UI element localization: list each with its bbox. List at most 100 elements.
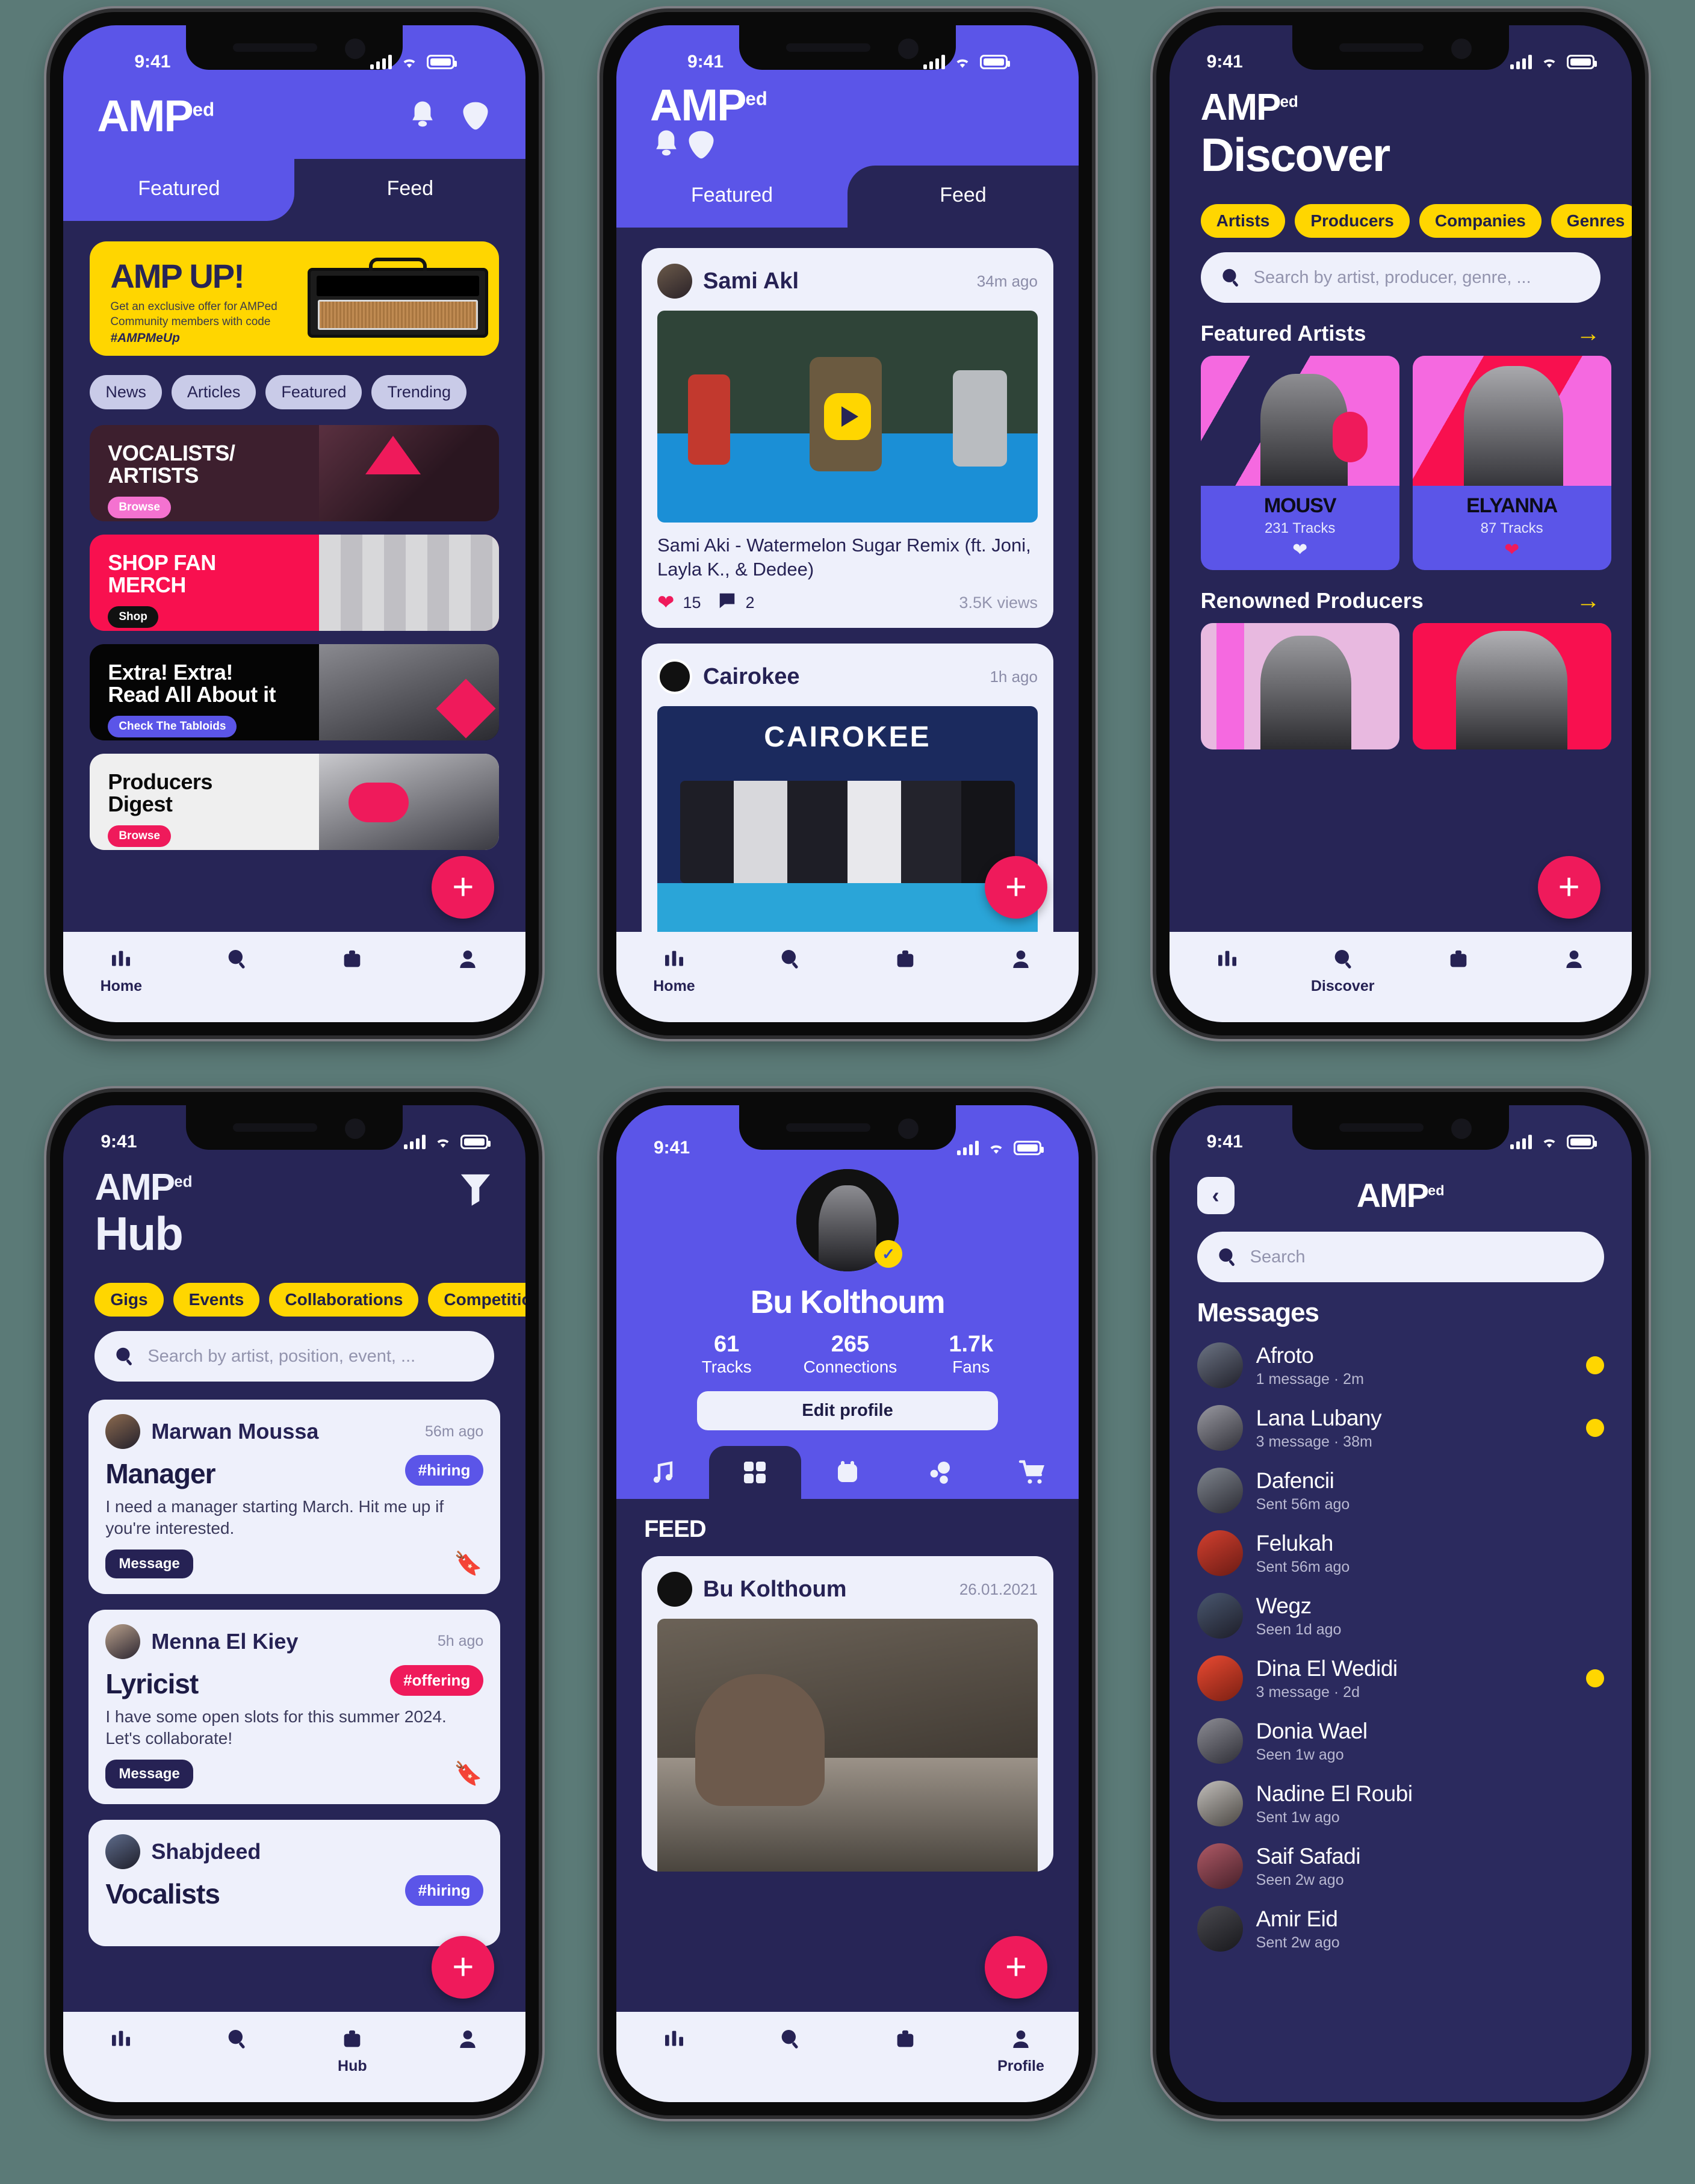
nav-hub[interactable] — [1401, 945, 1516, 978]
card-button[interactable]: Browse — [108, 825, 171, 847]
tab-calendar[interactable] — [801, 1446, 894, 1499]
pick-icon[interactable] — [685, 128, 717, 163]
nav-search[interactable] — [732, 945, 848, 978]
chip-producers[interactable]: Producers — [1295, 204, 1410, 238]
chip-news[interactable]: News — [90, 375, 162, 409]
pick-icon[interactable] — [459, 99, 492, 134]
message-list-item[interactable]: Saif Safadi Seen 2w ago — [1170, 1835, 1632, 1897]
card-producers-digest[interactable]: Producers Digest Browse — [90, 754, 500, 850]
play-icon[interactable] — [823, 393, 871, 440]
create-post-fab[interactable]: + — [1537, 856, 1600, 919]
create-post-fab[interactable]: + — [984, 1936, 1047, 1999]
nav-search[interactable] — [179, 2025, 294, 2058]
profile-post[interactable]: Bu Kolthoum 26.01.2021 — [641, 1556, 1053, 1872]
heart-icon[interactable]: ❤ — [1413, 539, 1611, 560]
bell-icon[interactable] — [650, 128, 683, 163]
tab-featured[interactable]: Featured — [616, 166, 848, 228]
nav-hub[interactable] — [848, 945, 963, 978]
nav-profile[interactable] — [1516, 945, 1632, 978]
message-list-item[interactable]: Wegz Seen 1d ago — [1170, 1584, 1632, 1647]
producer-card[interactable] — [1200, 623, 1399, 749]
message-list-item[interactable]: Afroto 1 message · 2m — [1170, 1334, 1632, 1397]
search-input[interactable]: Search — [1197, 1232, 1604, 1282]
message-list-item[interactable]: Nadine El Roubi Sent 1w ago — [1170, 1772, 1632, 1835]
message-list-item[interactable]: Felukah Sent 56m ago — [1170, 1522, 1632, 1584]
bell-icon[interactable] — [406, 99, 439, 134]
tab-shop[interactable] — [986, 1446, 1079, 1499]
tab-network[interactable] — [894, 1446, 987, 1499]
chip-featured[interactable]: Featured — [265, 375, 362, 409]
card-shop-fan-merch[interactable]: SHOP FAN MERCH Shop — [90, 535, 500, 631]
message-list-item[interactable]: Donia Wael Seen 1w ago — [1170, 1710, 1632, 1772]
nav-search[interactable] — [732, 2025, 848, 2058]
search-input[interactable]: Search by artist, producer, genre, ... — [1200, 252, 1600, 303]
hub-listing[interactable]: Menna El Kiey 5h ago Lyricist #offering … — [88, 1609, 501, 1804]
nav-hub[interactable] — [294, 945, 410, 978]
hub-listing[interactable]: Shabjdeed Vocalists #hiring — [88, 1819, 501, 1946]
nav-profile[interactable] — [963, 945, 1079, 978]
chip-artists[interactable]: Artists — [1200, 204, 1286, 238]
tab-music[interactable] — [616, 1446, 709, 1499]
chip-competitions[interactable]: Competitions — [428, 1283, 526, 1317]
chip-trending[interactable]: Trending — [371, 375, 466, 409]
edit-profile-button[interactable]: Edit profile — [696, 1391, 998, 1430]
nav-profile[interactable]: Profile — [963, 2025, 1079, 2075]
artist-card[interactable]: ELYANNA 87 Tracks ❤ — [1412, 356, 1611, 570]
message-list-item[interactable]: Dina El Wedidi 3 message · 2d — [1170, 1647, 1632, 1710]
create-post-fab[interactable]: + — [432, 856, 495, 919]
amp-up-banner[interactable]: AMP UP! Get an exclusive offer for AMPed… — [90, 241, 500, 356]
message-button[interactable]: Message — [105, 1759, 193, 1788]
hub-listing[interactable]: Marwan Moussa 56m ago Manager #hiring I … — [88, 1400, 501, 1594]
card-button[interactable]: Browse — [108, 496, 171, 518]
bookmark-icon[interactable]: 🔖 — [454, 1551, 482, 1577]
nav-profile[interactable] — [410, 2025, 525, 2058]
heart-icon[interactable]: ❤ — [657, 591, 675, 615]
message-list-item[interactable]: Lana Lubany 3 message · 38m — [1170, 1397, 1632, 1459]
chip-gigs[interactable]: Gigs — [95, 1283, 164, 1317]
feed-post[interactable]: Sami Akl 34m ago Sami Aki - Watermelon S… — [641, 248, 1053, 628]
filter-icon[interactable] — [457, 1169, 494, 1209]
post-media[interactable]: CAIROKEE — [657, 706, 1038, 932]
card-vocalists-artists[interactable]: VOCALISTS/ ARTISTS Browse — [90, 425, 500, 521]
post-media[interactable] — [657, 311, 1038, 523]
nav-hub[interactable] — [848, 2025, 963, 2058]
avatar[interactable]: ✓ — [796, 1169, 902, 1271]
tab-feed[interactable]: Feed — [294, 159, 525, 221]
nav-home[interactable]: Home — [616, 945, 732, 995]
chip-events[interactable]: Events — [173, 1283, 260, 1317]
chip-companies[interactable]: Companies — [1419, 204, 1542, 238]
message-button[interactable]: Message — [105, 1549, 193, 1578]
artist-card[interactable]: MOUSV 231 Tracks ❤ — [1200, 356, 1399, 570]
nav-profile[interactable] — [410, 945, 525, 978]
card-button[interactable]: Check The Tabloids — [108, 715, 237, 737]
search-input[interactable]: Search by artist, position, event, ... — [95, 1331, 495, 1382]
card-button[interactable]: Shop — [108, 606, 158, 628]
nav-search[interactable] — [179, 945, 294, 978]
nav-hub[interactable]: Hub — [294, 2025, 410, 2075]
comment-icon[interactable] — [717, 592, 737, 614]
arrow-right-icon[interactable]: → — [1576, 321, 1600, 346]
chip-genres[interactable]: Genres — [1551, 204, 1632, 238]
back-button[interactable]: ‹ — [1197, 1177, 1235, 1214]
arrow-right-icon[interactable]: → — [1576, 589, 1600, 613]
chip-articles[interactable]: Articles — [171, 375, 256, 409]
tab-grid[interactable] — [708, 1446, 802, 1499]
card-tabloids[interactable]: Extra! Extra! Read All About it Check Th… — [90, 644, 500, 740]
tab-featured[interactable]: Featured — [63, 159, 295, 221]
message-list-item[interactable]: Dafencii Sent 56m ago — [1170, 1459, 1632, 1522]
chip-collaborations[interactable]: Collaborations — [269, 1283, 419, 1317]
create-post-fab[interactable]: + — [984, 856, 1047, 919]
post-media[interactable] — [657, 1619, 1038, 1872]
nav-home[interactable] — [63, 2025, 179, 2058]
cart-icon — [1018, 1460, 1045, 1484]
heart-icon[interactable]: ❤ — [1201, 539, 1399, 560]
tab-feed[interactable]: Feed — [847, 166, 1079, 228]
nav-home[interactable] — [1170, 945, 1285, 978]
nav-discover[interactable]: Discover — [1285, 945, 1401, 995]
message-list-item[interactable]: Amir Eid Sent 2w ago — [1170, 1897, 1632, 1960]
nav-home[interactable] — [616, 2025, 732, 2058]
bookmark-icon[interactable]: 🔖 — [454, 1761, 482, 1787]
nav-home[interactable]: Home — [63, 945, 179, 995]
producer-card[interactable] — [1412, 623, 1611, 749]
create-post-fab[interactable]: + — [432, 1936, 495, 1999]
